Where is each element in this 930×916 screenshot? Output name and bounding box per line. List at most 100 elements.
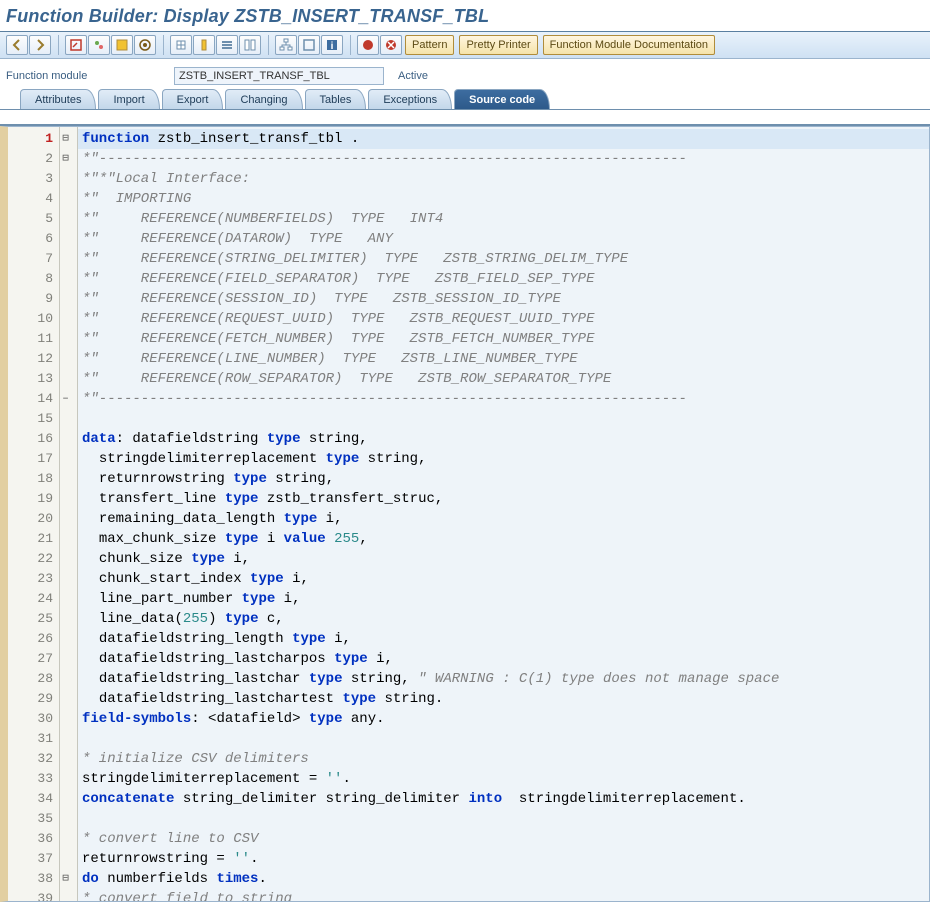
fold-spacer: [60, 849, 77, 869]
line-number: 19: [8, 489, 59, 509]
tab-import[interactable]: Import: [98, 89, 159, 109]
code-line[interactable]: *" REFERENCE(LINE_NUMBER) TYPE ZSTB_LINE…: [78, 349, 929, 369]
code-line[interactable]: *" REFERENCE(FETCH_NUMBER) TYPE ZSTB_FET…: [78, 329, 929, 349]
help-button[interactable]: i: [321, 35, 343, 55]
header-field-row: Function module Active: [0, 59, 930, 89]
fold-spacer: [60, 589, 77, 609]
breakpoint-delete-button[interactable]: [380, 35, 402, 55]
fold-spacer: [60, 229, 77, 249]
line-number: 14: [8, 389, 59, 409]
toolbar-separator: [58, 35, 59, 55]
fold-spacer: [60, 409, 77, 429]
display-navigation-button[interactable]: [239, 35, 261, 55]
fold-spacer: [60, 369, 77, 389]
activate-button[interactable]: [134, 35, 156, 55]
code-line[interactable]: *"--------------------------------------…: [78, 389, 929, 409]
code-line[interactable]: datafieldstring_length type i,: [78, 629, 929, 649]
tab-source[interactable]: Source code: [454, 89, 550, 109]
code-line[interactable]: remaining_data_length type i,: [78, 509, 929, 529]
code-area[interactable]: function zstb_insert_transf_tbl .*"-----…: [78, 127, 929, 901]
function-module-label: Function module: [6, 70, 166, 82]
fold-spacer: [60, 429, 77, 449]
display-list-button[interactable]: [216, 35, 238, 55]
code-line[interactable]: returnrowstring type string,: [78, 469, 929, 489]
code-line[interactable]: * convert field to string: [78, 889, 929, 901]
code-line[interactable]: chunk_start_index type i,: [78, 569, 929, 589]
code-line[interactable]: chunk_size type i,: [78, 549, 929, 569]
fold-spacer: [60, 569, 77, 589]
line-number: 20: [8, 509, 59, 529]
code-line[interactable]: line_data(255) type c,: [78, 609, 929, 629]
tab-attributes[interactable]: Attributes: [20, 89, 96, 109]
nav-forward-button[interactable]: [29, 35, 51, 55]
line-number: 22: [8, 549, 59, 569]
breakpoint-set-button[interactable]: [357, 35, 379, 55]
line-number: 1: [8, 129, 59, 149]
tab-export[interactable]: Export: [162, 89, 224, 109]
code-line[interactable]: [78, 409, 929, 429]
code-line[interactable]: returnrowstring = ''.: [78, 849, 929, 869]
tab-exceptions[interactable]: Exceptions: [368, 89, 452, 109]
line-number: 8: [8, 269, 59, 289]
code-line[interactable]: concatenate string_delimiter string_deli…: [78, 789, 929, 809]
fold-toggle-icon[interactable]: ⊟: [60, 869, 77, 889]
code-line[interactable]: stringdelimiterreplacement type string,: [78, 449, 929, 469]
function-module-input[interactable]: [174, 67, 384, 85]
code-line[interactable]: [78, 729, 929, 749]
code-line[interactable]: datafieldstring_lastchar type string, " …: [78, 669, 929, 689]
tab-changing[interactable]: Changing: [225, 89, 302, 109]
code-line[interactable]: stringdelimiterreplacement = ''.: [78, 769, 929, 789]
code-line[interactable]: *" IMPORTING: [78, 189, 929, 209]
code-line[interactable]: datafieldstring_lastchartest type string…: [78, 689, 929, 709]
fold-spacer: [60, 629, 77, 649]
code-line[interactable]: datafieldstring_lastcharpos type i,: [78, 649, 929, 669]
where-used-button[interactable]: [193, 35, 215, 55]
pattern-button[interactable]: Pattern: [405, 35, 454, 55]
fold-spacer: [60, 889, 77, 902]
code-line[interactable]: *" REFERENCE(REQUEST_UUID) TYPE ZSTB_REQ…: [78, 309, 929, 329]
test-button[interactable]: [170, 35, 192, 55]
hierarchy-button[interactable]: [275, 35, 297, 55]
pretty-printer-button[interactable]: Pretty Printer: [459, 35, 537, 55]
code-line[interactable]: *" REFERENCE(FIELD_SEPARATOR) TYPE ZSTB_…: [78, 269, 929, 289]
toolbar-separator: [350, 35, 351, 55]
display-change-button[interactable]: [65, 35, 87, 55]
code-line[interactable]: *" REFERENCE(NUMBERFIELDS) TYPE INT4: [78, 209, 929, 229]
code-line[interactable]: field-symbols: <datafield> type any.: [78, 709, 929, 729]
code-line[interactable]: *"*"Local Interface:: [78, 169, 929, 189]
line-number: 4: [8, 189, 59, 209]
code-line[interactable]: *" REFERENCE(DATAROW) TYPE ANY: [78, 229, 929, 249]
code-line[interactable]: *" REFERENCE(ROW_SEPARATOR) TYPE ZSTB_RO…: [78, 369, 929, 389]
line-number: 16: [8, 429, 59, 449]
code-line[interactable]: transfert_line type zstb_transfert_struc…: [78, 489, 929, 509]
code-line[interactable]: do numberfields times.: [78, 869, 929, 889]
check-button[interactable]: [111, 35, 133, 55]
fold-toggle-icon[interactable]: ⊟: [60, 149, 77, 169]
code-line[interactable]: max_chunk_size type i value 255,: [78, 529, 929, 549]
code-line[interactable]: data: datafieldstring type string,: [78, 429, 929, 449]
code-line[interactable]: * initialize CSV delimiters: [78, 749, 929, 769]
line-number: 17: [8, 449, 59, 469]
code-line[interactable]: *"--------------------------------------…: [78, 149, 929, 169]
fullscreen-button[interactable]: [298, 35, 320, 55]
line-number: 36: [8, 829, 59, 849]
fold-toggle-icon[interactable]: ⊟: [60, 129, 77, 149]
code-line[interactable]: *" REFERENCE(SESSION_ID) TYPE ZSTB_SESSI…: [78, 289, 929, 309]
fm-documentation-button[interactable]: Function Module Documentation: [543, 35, 715, 55]
other-object-button[interactable]: [88, 35, 110, 55]
toolbar-separator: [268, 35, 269, 55]
fold-gutter[interactable]: ⊟⊟–⊟: [60, 127, 78, 901]
code-line[interactable]: * convert line to CSV: [78, 829, 929, 849]
line-number: 7: [8, 249, 59, 269]
abap-editor[interactable]: 1234567891011121314151617181920212223242…: [0, 126, 930, 902]
line-number: 31: [8, 729, 59, 749]
tab-tables[interactable]: Tables: [305, 89, 367, 109]
code-line[interactable]: line_part_number type i,: [78, 589, 929, 609]
line-number: 23: [8, 569, 59, 589]
code-line[interactable]: *" REFERENCE(STRING_DELIMITER) TYPE ZSTB…: [78, 249, 929, 269]
code-line[interactable]: [78, 809, 929, 829]
line-number: 37: [8, 849, 59, 869]
nav-back-button[interactable]: [6, 35, 28, 55]
code-line[interactable]: function zstb_insert_transf_tbl .: [78, 129, 929, 149]
fold-toggle-icon[interactable]: –: [60, 389, 77, 409]
